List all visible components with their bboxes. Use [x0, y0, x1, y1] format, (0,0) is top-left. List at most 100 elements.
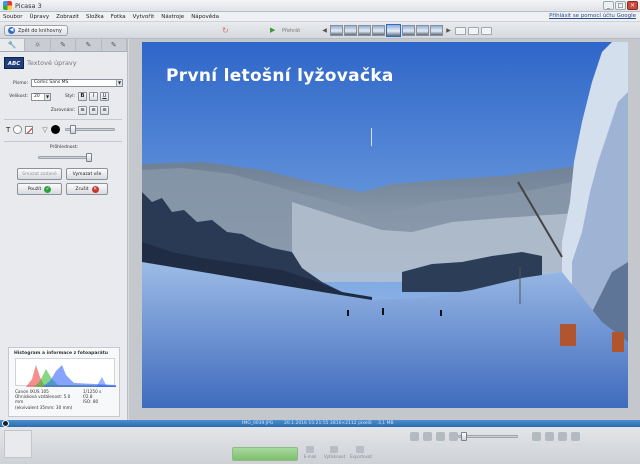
apply-button[interactable]: Použít ✓	[17, 183, 62, 195]
clear-all-button[interactable]: Vymazat vše	[66, 168, 108, 180]
filmstrip-next-icon[interactable]: ▶	[444, 25, 453, 37]
play-icon[interactable]: ▶	[270, 26, 275, 34]
back-label: Zpět do knihovny	[18, 27, 62, 34]
text-color-swatch[interactable]	[13, 125, 23, 134]
filmstrip-thumb[interactable]	[344, 25, 357, 36]
font-row: Písmo: Comic Sans MS ▼	[4, 79, 123, 87]
tray-tool-icon[interactable]	[423, 432, 432, 441]
view-button[interactable]	[468, 27, 479, 35]
style-label: Styl:	[64, 94, 75, 99]
align-right-icon[interactable]: ≡	[100, 106, 109, 115]
filmstrip-thumb-selected[interactable]	[386, 24, 401, 37]
fill-icon: ▽	[42, 125, 48, 134]
menu-soubor[interactable]: Soubor	[3, 14, 22, 20]
back-to-library-button[interactable]: ◀ Zpět do knihovny	[4, 25, 68, 36]
tray-tool-icon[interactable]	[436, 432, 445, 441]
filmstrip: ◀ ▶	[320, 24, 453, 37]
tray-tool-icon[interactable]	[410, 432, 419, 441]
menu-upravy[interactable]: Úpravy	[29, 14, 49, 20]
tab-effects-2[interactable]: ✎	[76, 39, 102, 51]
slider-handle[interactable]	[69, 125, 76, 134]
delete-text-button[interactable]: Smazat zadané	[17, 168, 62, 180]
underline-button[interactable]: U	[100, 92, 109, 101]
no-outline-swatch[interactable]	[25, 125, 34, 134]
view-button[interactable]	[455, 27, 466, 35]
filmstrip-thumb[interactable]	[372, 25, 385, 36]
google-signin-link[interactable]: Přihlásit se pomocí účtu Google	[549, 13, 636, 19]
align-left-icon[interactable]: ≡	[78, 106, 87, 115]
zoom-slider[interactable]	[458, 432, 518, 441]
filmstrip-thumb[interactable]	[402, 25, 415, 36]
menu-slozka[interactable]: Složka	[86, 14, 104, 20]
menu-nastroje[interactable]: Nástroje	[161, 14, 184, 20]
status-dimensions: 2816×2112 pixelů	[330, 421, 372, 426]
exif-focal: Ohnisková vzdálenost: 5.0	[15, 394, 71, 400]
tray-right-tools	[532, 432, 580, 441]
filmstrip-thumb[interactable]	[358, 25, 371, 36]
filmstrip-prev-icon[interactable]: ◀	[320, 25, 329, 37]
export-button[interactable]: Exportovat	[350, 446, 372, 459]
maximize-button[interactable]: □	[615, 1, 626, 10]
menu-zobrazit[interactable]: Zobrazit	[56, 14, 79, 20]
size-value: 20	[34, 93, 40, 99]
text-color-icon: T	[6, 125, 11, 134]
filmstrip-thumb[interactable]	[416, 25, 429, 36]
wrench-icon: 🔧	[7, 41, 17, 49]
apply-label: Použít	[27, 186, 42, 192]
chevron-down-icon: ▼	[44, 93, 50, 100]
panel-header: ABC Textové úpravy	[0, 52, 127, 69]
status-date: 20.1.2016 15:21:55	[284, 421, 329, 426]
status-bar: IMG_0039.JPG 20.1.2016 15:21:55 2816×211…	[0, 420, 640, 427]
menu-vytvorit[interactable]: Vytvořit	[133, 14, 155, 20]
transparency-row	[38, 153, 92, 162]
tag-icon[interactable]	[558, 432, 567, 441]
filmstrip-thumb[interactable]	[330, 25, 343, 36]
comment-icon[interactable]	[571, 432, 580, 441]
align-center-icon[interactable]: ≡	[89, 106, 98, 115]
print-icon	[330, 446, 338, 453]
rotate-icon[interactable]: ↻	[222, 26, 231, 35]
tab-effects-3[interactable]: ✎	[102, 39, 128, 51]
view-button[interactable]	[481, 27, 492, 35]
histogram-graph	[15, 358, 116, 387]
image-canvas: První letošní lyžovačka	[129, 39, 640, 420]
map-pin-icon[interactable]	[545, 432, 554, 441]
status-size: 3,1 MB	[378, 421, 394, 426]
photo-caption-text[interactable]: První letošní lyžovačka	[166, 66, 394, 86]
size-select[interactable]: 20 ▼	[31, 92, 51, 101]
edit-panel: 🔧 ☼ ✎ ✎ ✎ ABC Textové úpravy Písmo: Comi…	[0, 39, 128, 420]
tab-tuning[interactable]: ☼	[25, 39, 51, 51]
photo-tray: E-mail Vytisknout Exportovat	[0, 427, 640, 464]
close-button[interactable]: ×	[627, 1, 638, 10]
status-filename: IMG_0039.JPG	[242, 421, 274, 426]
email-button[interactable]: E-mail	[300, 446, 320, 459]
tab-effects[interactable]: ✎	[51, 39, 77, 51]
font-select[interactable]: Comic Sans MS ▼	[31, 79, 123, 87]
outline-color-swatch[interactable]	[50, 125, 60, 134]
cancel-button[interactable]: Zrušit ×	[66, 183, 108, 195]
export-icon	[356, 446, 364, 453]
toolbar: ◀ Zpět do knihovny ↻ ▶ Přehrát ◀ ▶	[0, 22, 640, 39]
tab-basic-fixes[interactable]: 🔧	[0, 39, 26, 51]
italic-button[interactable]: I	[89, 92, 98, 101]
close-icon: ×	[91, 185, 99, 193]
tray-selection-box[interactable]	[4, 430, 32, 458]
filmstrip-thumb[interactable]	[430, 25, 443, 36]
minimize-button[interactable]: _	[603, 1, 614, 10]
slider-handle[interactable]	[461, 432, 467, 441]
person-icon[interactable]	[532, 432, 541, 441]
slider-handle[interactable]	[86, 153, 92, 162]
transparency-slider[interactable]	[38, 153, 92, 162]
exif-right: 1/1250 s f/2.8 ISO: 80	[83, 389, 101, 405]
bold-button[interactable]: B	[78, 92, 87, 101]
export-label: Exportovat	[350, 454, 372, 459]
photo[interactable]: První letošní lyžovačka	[142, 42, 628, 408]
outline-width-slider[interactable]	[64, 125, 115, 134]
tray-tool-icon[interactable]	[449, 432, 458, 441]
upload-button[interactable]	[232, 447, 298, 461]
print-button[interactable]: Vytisknout	[324, 446, 345, 459]
play-label[interactable]: Přehrát	[282, 28, 300, 34]
menu-fotka[interactable]: Fotka	[111, 14, 126, 20]
menu-napoveda[interactable]: Nápověda	[191, 14, 219, 20]
tray-tools	[410, 432, 458, 441]
